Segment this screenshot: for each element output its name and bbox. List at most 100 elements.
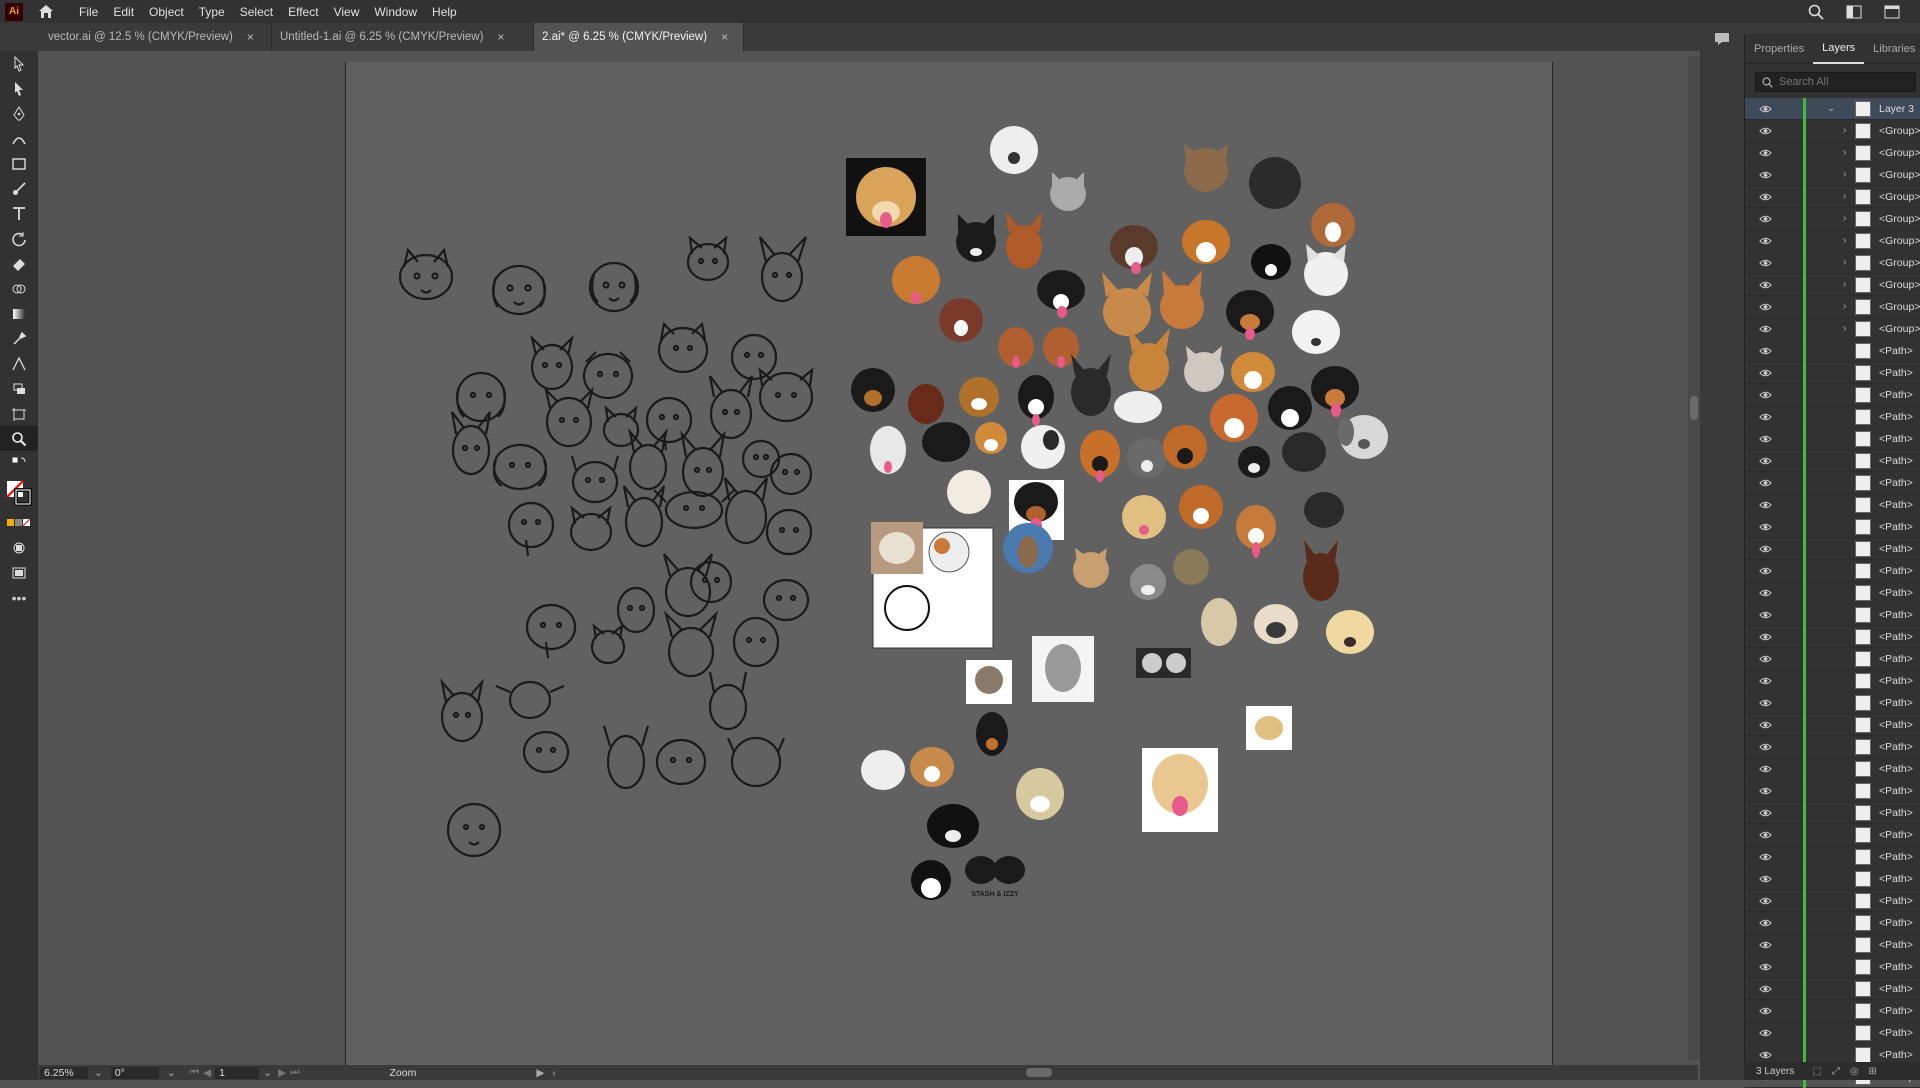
layers-search[interactable]: Search All xyxy=(1755,72,1916,92)
eye-icon[interactable] xyxy=(1757,435,1773,443)
layer-name[interactable]: <Path> xyxy=(1879,895,1913,907)
workspace-switcher-icon[interactable] xyxy=(1844,3,1864,21)
layer-name[interactable]: <Path> xyxy=(1879,873,1913,885)
layer-name[interactable]: <Path> xyxy=(1879,477,1913,489)
layer-name[interactable]: <Path> xyxy=(1879,631,1913,643)
chevron-down-icon[interactable]: ⌄ xyxy=(263,1067,272,1079)
more-tools-icon[interactable]: ••• xyxy=(0,585,38,610)
tab-libraries[interactable]: Libraries xyxy=(1864,34,1920,64)
layer-row-group[interactable]: › <Group> xyxy=(1745,230,1920,252)
eye-icon[interactable] xyxy=(1757,677,1773,685)
chevron-down-icon[interactable]: ⌄ xyxy=(1827,103,1839,114)
curvature-tool-icon[interactable] xyxy=(0,126,38,151)
layer-name[interactable]: <Group> xyxy=(1879,191,1920,203)
direct-selection-tool-icon[interactable] xyxy=(0,76,38,101)
eye-icon[interactable] xyxy=(1757,765,1773,773)
layer-row-group[interactable]: › <Group> xyxy=(1745,296,1920,318)
eye-icon[interactable] xyxy=(1757,919,1773,927)
layer-name[interactable]: <Path> xyxy=(1879,719,1913,731)
layer-name[interactable]: <Path> xyxy=(1879,807,1913,819)
layer-row-path[interactable]: <Path> xyxy=(1745,406,1920,428)
artboard-number-field[interactable]: 1 xyxy=(215,1066,260,1079)
eye-icon[interactable] xyxy=(1757,149,1773,157)
layer-name[interactable]: <Path> xyxy=(1879,829,1913,841)
eraser-tool-icon[interactable] xyxy=(0,251,38,276)
eye-icon[interactable] xyxy=(1757,479,1773,487)
layer-name[interactable]: <Path> xyxy=(1879,1027,1913,1039)
eye-icon[interactable] xyxy=(1757,413,1773,421)
eye-icon[interactable] xyxy=(1757,501,1773,509)
layer-name[interactable]: <Path> xyxy=(1879,785,1913,797)
zoom-tool-icon[interactable] xyxy=(0,426,38,451)
layer-row-path[interactable]: <Path> xyxy=(1745,604,1920,626)
layer-name[interactable]: <Path> xyxy=(1879,983,1913,995)
eye-icon[interactable] xyxy=(1757,963,1773,971)
menu-object[interactable]: Object xyxy=(149,5,184,19)
eye-icon[interactable] xyxy=(1757,897,1773,905)
layer-row-group[interactable]: › <Group> xyxy=(1745,186,1920,208)
pen-tool-icon[interactable] xyxy=(0,101,38,126)
eye-icon[interactable] xyxy=(1757,589,1773,597)
layer-name[interactable]: <Path> xyxy=(1879,455,1913,467)
status-menu-icon[interactable]: ▶ xyxy=(536,1067,544,1079)
menu-effect[interactable]: Effect xyxy=(288,5,318,19)
chevron-right-icon[interactable]: › xyxy=(1843,125,1855,136)
eye-icon[interactable] xyxy=(1757,193,1773,201)
layer-name[interactable]: <Group> xyxy=(1879,323,1920,335)
eye-icon[interactable] xyxy=(1757,545,1773,553)
screen-mode-icon[interactable] xyxy=(0,560,38,585)
layer-name[interactable]: <Group> xyxy=(1879,301,1920,313)
menu-help[interactable]: Help xyxy=(432,5,457,19)
chevron-down-icon[interactable]: ⌄ xyxy=(94,1067,103,1079)
artboard[interactable]: STASH & IZZY xyxy=(345,62,1553,1066)
layer-name[interactable]: <Path> xyxy=(1879,1049,1913,1061)
menu-view[interactable]: View xyxy=(334,5,360,19)
layer-row-group[interactable]: › <Group> xyxy=(1745,208,1920,230)
menu-select[interactable]: Select xyxy=(240,5,273,19)
scroll-left-icon[interactable]: ‹ xyxy=(552,1067,556,1079)
eye-icon[interactable] xyxy=(1757,457,1773,465)
layer-row-path[interactable]: <Path> xyxy=(1745,758,1920,780)
home-icon[interactable] xyxy=(35,3,57,21)
eye-icon[interactable] xyxy=(1757,611,1773,619)
layer-row-path[interactable]: <Path> xyxy=(1745,670,1920,692)
layer-name[interactable]: <Path> xyxy=(1879,741,1913,753)
eye-icon[interactable] xyxy=(1757,105,1773,113)
layer-name[interactable]: <Path> xyxy=(1879,345,1913,357)
layer-name[interactable]: <Path> xyxy=(1879,609,1913,621)
swap-fill-stroke-icon[interactable] xyxy=(0,451,38,476)
layer-name[interactable]: <Group> xyxy=(1879,169,1920,181)
tab-properties[interactable]: Properties xyxy=(1745,34,1813,64)
layer-row-group[interactable]: › <Group> xyxy=(1745,252,1920,274)
layer-name[interactable]: <Group> xyxy=(1879,235,1920,247)
tab-2-ai[interactable]: 2.ai* @ 6.25 % (CMYK/Preview) × xyxy=(534,23,744,51)
layer-name[interactable]: <Path> xyxy=(1879,565,1913,577)
layer-row-path[interactable]: <Path> xyxy=(1745,692,1920,714)
rotation-field[interactable]: 0° xyxy=(110,1066,159,1079)
eye-icon[interactable] xyxy=(1757,391,1773,399)
first-artboard-icon[interactable]: ⏮ xyxy=(190,1066,199,1079)
layer-row-path[interactable]: <Path> xyxy=(1745,538,1920,560)
chevron-right-icon[interactable]: › xyxy=(1843,279,1855,290)
eye-icon[interactable] xyxy=(1757,325,1773,333)
layer-name[interactable]: <Path> xyxy=(1879,961,1913,973)
close-icon[interactable]: × xyxy=(721,30,728,44)
tab-untitled-1[interactable]: Untitled-1.ai @ 6.25 % (CMYK/Preview) × xyxy=(272,23,534,51)
vertical-scrollbar[interactable] xyxy=(1688,56,1700,1060)
menu-type[interactable]: Type xyxy=(199,5,225,19)
layer-row-path[interactable]: <Path> xyxy=(1745,868,1920,890)
eye-icon[interactable] xyxy=(1757,853,1773,861)
layer-name[interactable]: <Group> xyxy=(1879,257,1920,269)
layer-row-group[interactable]: › <Group> xyxy=(1745,142,1920,164)
eye-icon[interactable] xyxy=(1757,831,1773,839)
layer-name[interactable]: <Path> xyxy=(1879,499,1913,511)
chevron-right-icon[interactable]: › xyxy=(1843,213,1855,224)
eye-icon[interactable] xyxy=(1757,1007,1773,1015)
layer-row-path[interactable]: <Path> xyxy=(1745,1022,1920,1044)
layer-row-path[interactable]: <Path> xyxy=(1745,824,1920,846)
chevron-down-icon[interactable]: ⌄ xyxy=(167,1067,176,1079)
layer-row-path[interactable]: <Path> xyxy=(1745,582,1920,604)
eye-icon[interactable] xyxy=(1757,347,1773,355)
layer-name[interactable]: <Path> xyxy=(1879,411,1913,423)
scroll-thumb[interactable] xyxy=(1690,396,1698,420)
